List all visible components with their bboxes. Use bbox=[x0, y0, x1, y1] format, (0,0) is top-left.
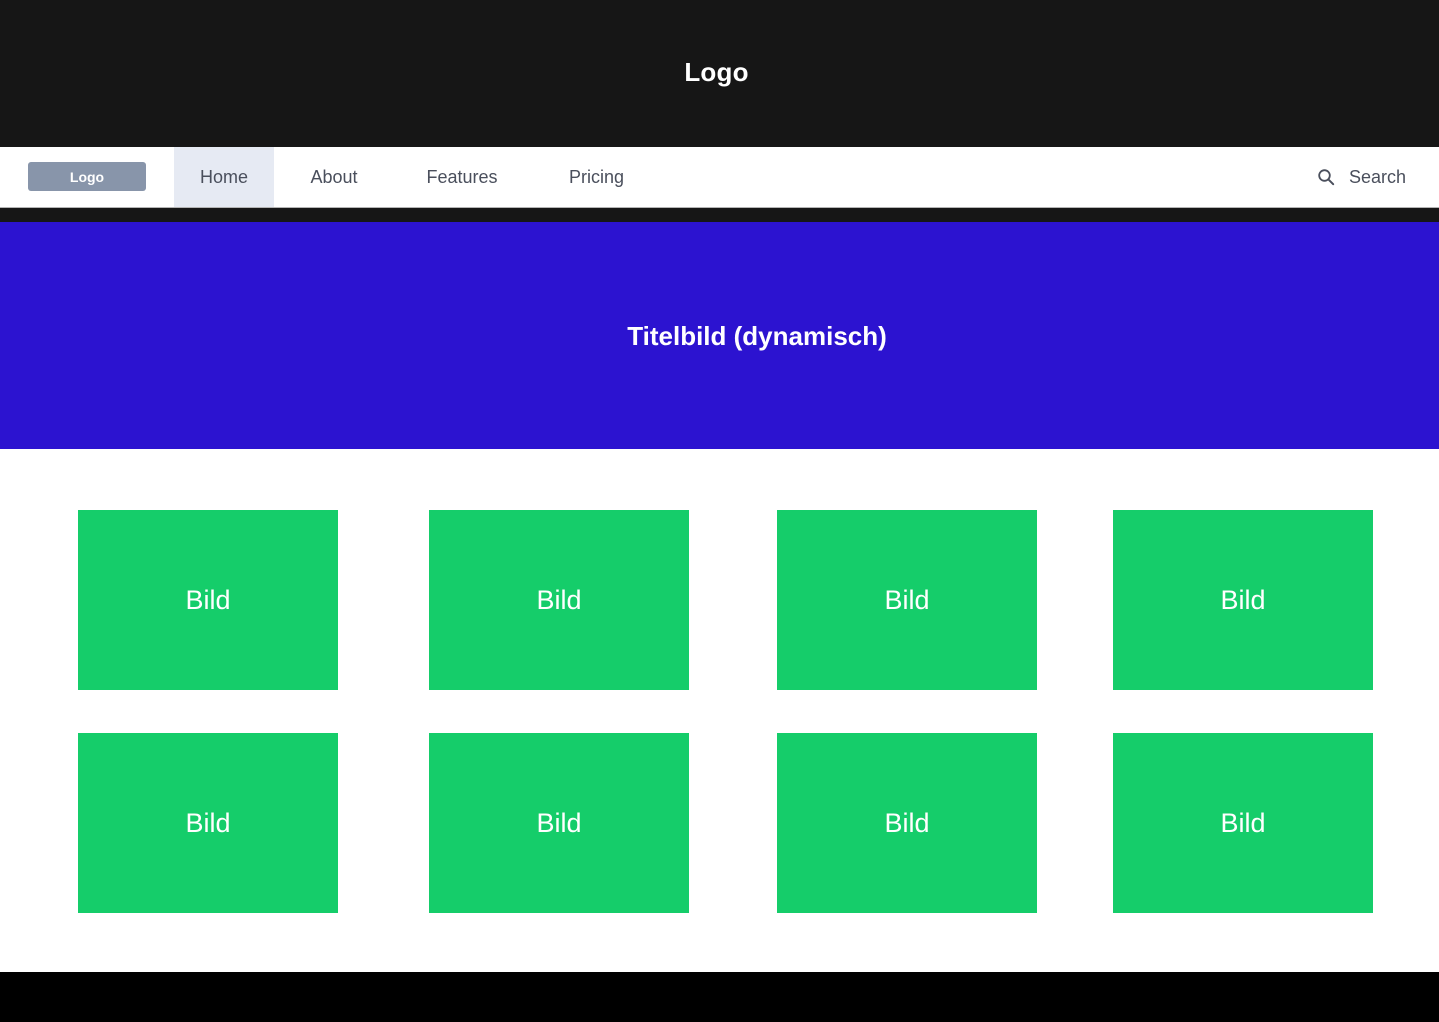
top-header: Logo bbox=[0, 0, 1439, 147]
search-button[interactable]: Search bbox=[1316, 147, 1406, 207]
nav-link-features[interactable]: Features bbox=[415, 147, 509, 207]
gallery-tile[interactable]: Bild bbox=[78, 733, 338, 913]
nav-link-pricing[interactable]: Pricing bbox=[557, 147, 636, 207]
nav-link-about[interactable]: About bbox=[298, 147, 370, 207]
footer bbox=[0, 972, 1439, 1022]
search-icon bbox=[1316, 167, 1336, 187]
hero-title: Titelbild (dynamisch) bbox=[627, 321, 887, 351]
gallery-tile[interactable]: Bild bbox=[429, 733, 689, 913]
navbar: Logo Home About Features Pricing Search bbox=[0, 147, 1439, 208]
gallery-tile[interactable]: Bild bbox=[78, 510, 338, 690]
header-logo[interactable]: Logo bbox=[684, 57, 748, 88]
nav-logo[interactable]: Logo bbox=[28, 162, 146, 191]
gallery-tile[interactable]: Bild bbox=[777, 733, 1037, 913]
gallery-tile[interactable]: Bild bbox=[1113, 733, 1373, 913]
nav-link-home[interactable]: Home bbox=[174, 147, 274, 207]
gallery-tile[interactable]: Bild bbox=[1113, 510, 1373, 690]
gallery-tile[interactable]: Bild bbox=[777, 510, 1037, 690]
hero-banner: Titelbild (dynamisch) bbox=[0, 222, 1439, 449]
gallery-tile[interactable]: Bild bbox=[429, 510, 689, 690]
header-divider bbox=[0, 208, 1439, 222]
search-label: Search bbox=[1349, 166, 1407, 187]
